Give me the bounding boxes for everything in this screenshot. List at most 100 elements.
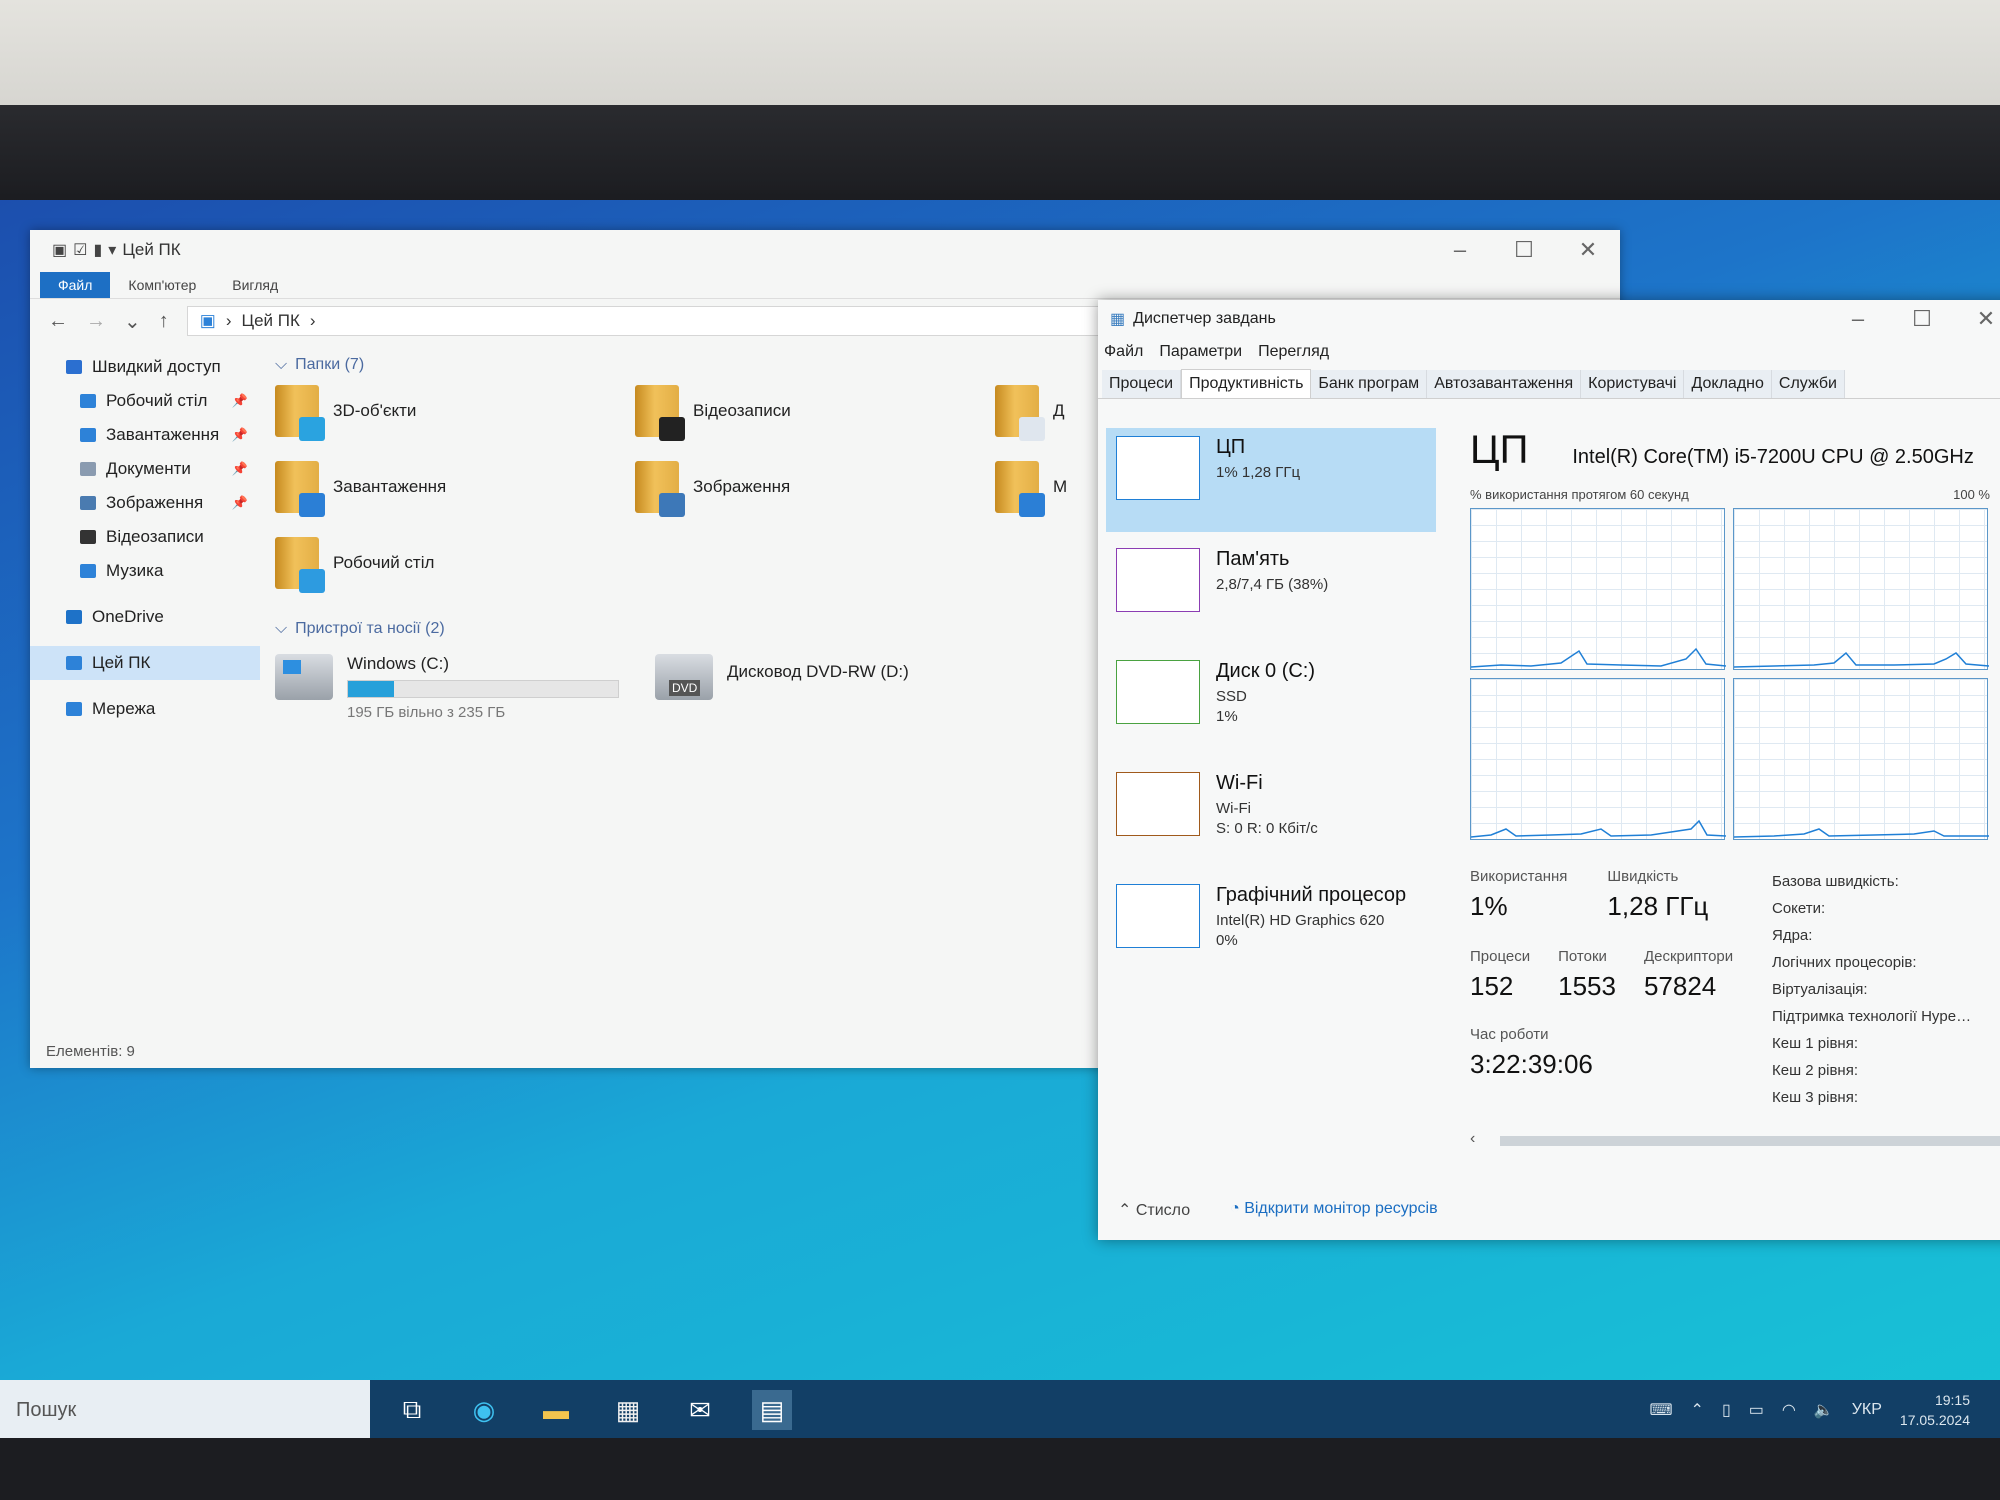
sidebar-item-label: Мережа — [92, 699, 156, 718]
sidebar-item[interactable]: OneDrive — [30, 600, 260, 634]
devices-section-header[interactable]: ⌵ Пристрої та носії (2) — [275, 614, 1135, 644]
sidebar-item-label: Завантаження — [106, 425, 220, 444]
folder-icon — [995, 385, 1045, 441]
search-box[interactable]: Пошук — [0, 1380, 370, 1440]
volume-icon[interactable]: 🔈 — [1814, 1400, 1834, 1420]
core-graph — [1470, 508, 1726, 670]
recent-dropdown-icon[interactable]: ⌄ — [124, 309, 141, 334]
task-manager-taskbar-icon[interactable]: ▤ — [752, 1390, 792, 1430]
resource-item[interactable]: Графічний процесор Intel(R) HD Graphics 6… — [1106, 876, 1436, 980]
folder-item[interactable]: Завантаження — [275, 456, 635, 518]
tab-computer[interactable]: Комп'ютер — [110, 272, 214, 298]
device-icon[interactable]: ▯ — [1722, 1400, 1731, 1420]
cpu-core-graphs — [1470, 508, 2000, 840]
cpu-detail-panel: ЦП Intel(R) Core(TM) i5-7200U CPU @ 2.50… — [1470, 428, 2000, 1106]
speed-label: Швидкість — [1607, 868, 1679, 885]
properties-icon[interactable]: ☑ — [73, 240, 87, 260]
forward-icon[interactable]: → — [86, 310, 106, 333]
taskmgr-tab[interactable]: Продуктивність — [1181, 369, 1312, 398]
devices-section-label: Пристрої та носії (2) — [295, 620, 445, 637]
sidebar-item[interactable]: Музика — [30, 554, 260, 588]
folder-icon — [995, 461, 1045, 517]
pictures-icon — [80, 496, 96, 510]
path-segment[interactable]: Цей ПК — [242, 311, 300, 331]
menu-view[interactable]: Перегляд — [1258, 343, 1329, 361]
mail-icon[interactable]: ✉ — [680, 1390, 720, 1430]
scroll-track[interactable] — [1500, 1136, 2000, 1146]
sidebar-item[interactable]: Завантаження 📌 — [30, 418, 260, 452]
folder-item[interactable]: Відеозаписи — [635, 380, 995, 442]
new-folder-icon[interactable]: ▮ — [93, 240, 102, 260]
language-indicator[interactable]: УКР — [1852, 1401, 1882, 1419]
resource-name: Пам'ять — [1216, 548, 1290, 570]
scroll-left-icon[interactable]: ‹ — [1470, 1130, 1475, 1147]
back-icon[interactable]: ← — [48, 310, 68, 333]
show-hidden-icons[interactable]: ⌃ — [1691, 1400, 1704, 1420]
tm-maximize-button[interactable]: ☐ — [1890, 306, 1954, 332]
resource-item[interactable]: ЦП 1% 1,28 ГГц — [1106, 428, 1436, 532]
clock[interactable]: 19:15 17.05.2024 — [1900, 1390, 1970, 1430]
battery-icon[interactable]: ▭ — [1749, 1400, 1764, 1420]
taskmgr-tab[interactable]: Банк програм — [1311, 370, 1428, 398]
sidebar-item[interactable]: Зображення 📌 — [30, 486, 260, 520]
path-box[interactable]: ▣ › Цей ПК › — [186, 306, 1113, 336]
folder-item[interactable]: 3D-об'єкти — [275, 380, 635, 442]
taskmgr-tab[interactable]: Служби — [1771, 370, 1845, 398]
tab-view[interactable]: Вигляд — [214, 272, 296, 298]
drive-d[interactable]: DVD Дисковод DVD-RW (D:) — [655, 654, 909, 721]
edge-icon[interactable]: ◉ — [464, 1390, 504, 1430]
dvd-badge: DVD — [669, 680, 701, 696]
resource-line1: 1% 1,28 ГГц — [1216, 464, 1301, 481]
resource-item[interactable]: Wi-Fi Wi-Fi S: 0 R: 0 Кбіт/с — [1106, 764, 1436, 868]
sidebar-item[interactable]: Робочий стіл 📌 — [30, 384, 260, 418]
sidebar-item[interactable]: Відеозаписи — [30, 520, 260, 554]
folder-label: Д — [1053, 401, 1065, 420]
folder-item[interactable]: Зображення — [635, 456, 995, 518]
tm-close-button[interactable]: ✕ — [1954, 306, 2000, 332]
task-view-icon[interactable]: ⧉ — [392, 1390, 432, 1430]
up-icon[interactable]: ↑ — [159, 310, 169, 333]
folder-item[interactable]: Робочий стіл — [275, 532, 635, 594]
sidebar-item[interactable]: Цей ПК — [30, 646, 260, 680]
taskmgr-tab[interactable]: Процеси — [1102, 370, 1182, 398]
close-button[interactable]: ✕ — [1556, 237, 1620, 263]
menu-options[interactable]: Параметри — [1159, 343, 1242, 361]
sidebar-item[interactable]: Мережа — [30, 692, 260, 726]
sidebar-item[interactable]: Швидкий доступ — [30, 350, 260, 384]
core-graph — [1733, 508, 1989, 670]
resource-item[interactable]: Диск 0 (C:) SSD 1% — [1106, 652, 1436, 756]
qat-dropdown-icon[interactable]: ▾ — [108, 240, 116, 260]
resource-name: Wi-Fi — [1216, 772, 1263, 794]
open-resource-monitor-link[interactable]: ◔ Відкрити монітор ресурсів — [1230, 1200, 1437, 1220]
store-icon[interactable]: ▦ — [608, 1390, 648, 1430]
usage-value: 1% — [1470, 891, 1508, 921]
resource-item[interactable]: Пам'ять 2,8/7,4 ГБ (38%) — [1106, 540, 1436, 644]
navigation-pane: Швидкий доступ Робочий стіл 📌 Завантаження 📌… — [30, 350, 260, 1030]
tm-minimize-button[interactable]: – — [1826, 306, 1890, 332]
pin-icon: 📌 — [231, 427, 248, 442]
horizontal-scrollbar[interactable]: ‹ — [1470, 1130, 2000, 1150]
status-bar: Елементів: 9 — [46, 1043, 135, 1060]
keyboard-icon[interactable]: ⌨ — [1649, 1400, 1672, 1420]
minimize-button[interactable]: – — [1428, 237, 1492, 263]
wifi-icon[interactable]: ◠ — [1782, 1400, 1796, 1420]
fewer-details-button[interactable]: ⌃ Стисло — [1118, 1200, 1190, 1220]
menu-file[interactable]: Файл — [1104, 343, 1143, 361]
folder-overlay — [1019, 493, 1045, 517]
drive-c[interactable]: Windows (C:) 195 ГБ вільно з 235 ГБ — [275, 654, 635, 721]
spec-label: Віртуалізація: — [1772, 981, 1868, 998]
tab-file[interactable]: Файл — [40, 272, 111, 298]
taskmgr-tab[interactable]: Докладно — [1684, 370, 1772, 398]
taskmgr-tab[interactable]: Користувачі — [1581, 370, 1685, 398]
taskmgr-tab[interactable]: Автозавантаження — [1427, 370, 1582, 398]
folders-section-header[interactable]: ⌵ Папки (7) — [275, 350, 1135, 380]
folder-label: 3D-об'єкти — [333, 401, 417, 420]
sidebar-item[interactable]: Документи 📌 — [30, 452, 260, 486]
resource-thumbnail — [1116, 548, 1200, 612]
maximize-button[interactable]: ☐ — [1492, 237, 1556, 263]
documents-icon — [80, 462, 96, 476]
download-icon — [80, 428, 96, 442]
folder-icon — [275, 461, 325, 517]
task-manager-icon: ▦ — [1110, 311, 1126, 328]
file-explorer-icon[interactable]: ▬ — [536, 1390, 576, 1430]
